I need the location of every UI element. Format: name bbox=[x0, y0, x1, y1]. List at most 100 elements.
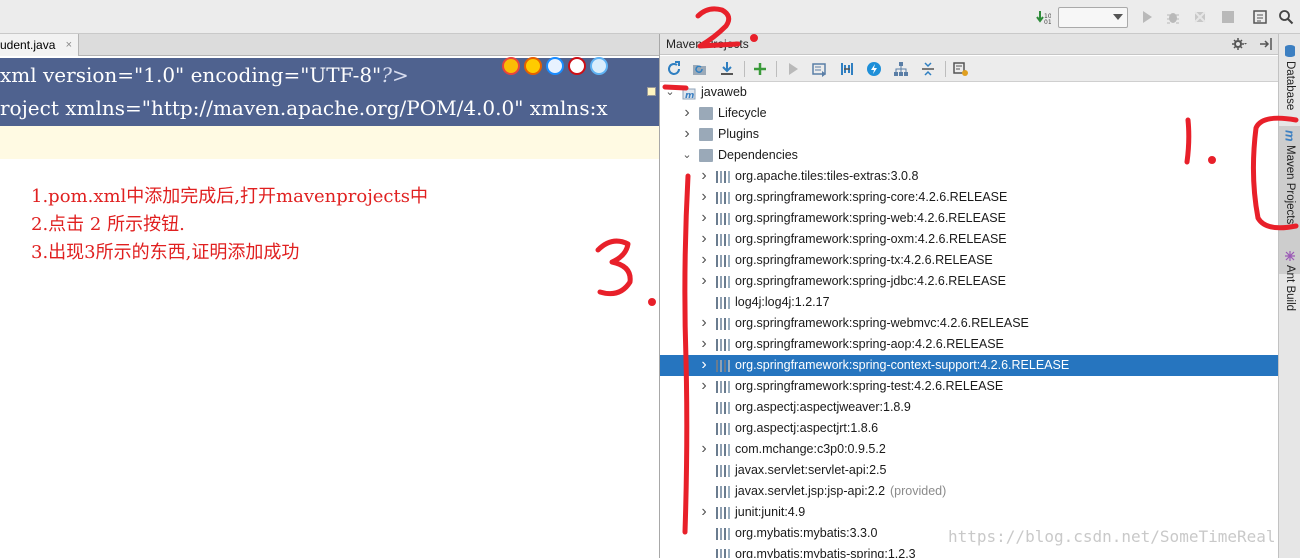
tree-row-label: org.springframework:spring-test:4.2.6.RE… bbox=[735, 379, 1004, 393]
skip-tests-icon[interactable] bbox=[865, 60, 883, 78]
editor-tab-student-java[interactable]: udent.java × bbox=[0, 34, 79, 56]
project-structure-icon[interactable] bbox=[1251, 8, 1269, 26]
chevron-right-icon[interactable]: › bbox=[698, 208, 710, 229]
tree-row[interactable]: javax.servlet.jsp:jsp-api:2.2 (provided) bbox=[660, 481, 1279, 502]
debug-icon[interactable] bbox=[1164, 8, 1182, 26]
ie-icon[interactable] bbox=[590, 57, 608, 75]
execute-goal-icon[interactable] bbox=[811, 60, 829, 78]
library-icon bbox=[716, 422, 730, 435]
current-line-highlight bbox=[0, 126, 659, 159]
chevron-right-icon[interactable]: › bbox=[698, 250, 710, 271]
tree-row[interactable]: javax.servlet:servlet-api:2.5 bbox=[660, 460, 1279, 481]
tree-row-label: Plugins bbox=[718, 127, 759, 141]
dependency-scope: (provided) bbox=[890, 484, 947, 498]
tree-row[interactable]: log4j:log4j:1.2.17 bbox=[660, 292, 1279, 313]
gear-icon[interactable] bbox=[1231, 36, 1247, 55]
toolbar-separator bbox=[744, 61, 745, 77]
maven-panel-header: Maven Projects bbox=[660, 34, 1279, 55]
run-maven-build-icon[interactable] bbox=[784, 60, 802, 78]
collapse-all-icon[interactable] bbox=[919, 60, 937, 78]
folder-icon bbox=[699, 128, 713, 141]
settings-icon[interactable] bbox=[952, 60, 970, 78]
library-icon bbox=[716, 170, 730, 183]
tree-row[interactable]: › org.springframework:spring-core:4.2.6.R… bbox=[660, 187, 1279, 208]
chevron-right-icon[interactable]: › bbox=[698, 313, 710, 334]
close-icon[interactable]: × bbox=[66, 34, 72, 56]
chevron-right-icon[interactable]: › bbox=[698, 271, 710, 292]
tree-row[interactable]: ⌄ Dependencies bbox=[660, 145, 1279, 166]
add-icon[interactable] bbox=[751, 60, 769, 78]
run-icon[interactable] bbox=[1138, 8, 1156, 26]
tree-row-label: org.springframework:spring-jdbc:4.2.6.RE… bbox=[735, 274, 1006, 288]
tree-row[interactable]: › org.springframework:spring-web:4.2.6.RE… bbox=[660, 208, 1279, 229]
tree-row[interactable]: › org.springframework:spring-oxm:4.2.6.RE… bbox=[660, 229, 1279, 250]
watermark: https://blog.csdn.net/SomeTimeReal bbox=[948, 527, 1276, 546]
note-line-2: 2.点击 2 所示按钮. bbox=[31, 214, 185, 235]
chevron-right-icon[interactable]: › bbox=[681, 103, 693, 124]
tool-tab-ant-build[interactable]: Ant Build bbox=[1279, 246, 1300, 322]
tree-row-label: Lifecycle bbox=[718, 106, 767, 120]
tree-row[interactable]: › com.mchange:c3p0:0.9.5.2 bbox=[660, 439, 1279, 460]
opera-icon[interactable] bbox=[568, 57, 586, 75]
safari-icon[interactable] bbox=[546, 57, 564, 75]
library-icon bbox=[716, 527, 730, 540]
tree-row-label: com.mchange:c3p0:0.9.5.2 bbox=[735, 442, 886, 456]
maven-project-tree: ⌄ m javaweb › Lifecycle › Plugins ⌄ Dependencies… bbox=[660, 82, 1279, 558]
library-icon bbox=[716, 485, 730, 498]
chevron-right-icon[interactable]: › bbox=[698, 166, 710, 187]
chevron-down-icon[interactable]: ⌄ bbox=[681, 145, 693, 166]
tree-row[interactable]: ⌄ m javaweb bbox=[660, 82, 1279, 103]
maven-projects-panel: Maven Projects ⌄ m javaweb › Lifecycle ›… bbox=[659, 34, 1279, 558]
firefox-icon[interactable] bbox=[524, 57, 542, 75]
tree-row-label: javax.servlet:servlet-api:2.5 bbox=[735, 463, 887, 477]
tool-tab-database[interactable]: Database bbox=[1279, 40, 1300, 116]
main-toolbar: 10 01 bbox=[0, 0, 1300, 34]
show-dependencies-icon[interactable] bbox=[892, 60, 910, 78]
download-icon[interactable] bbox=[718, 60, 736, 78]
tree-row-label: javax.servlet.jsp:jsp-api:2.2 bbox=[735, 484, 886, 498]
tree-row[interactable]: › org.springframework:spring-webmvc:4.2.6… bbox=[660, 313, 1279, 334]
tree-row[interactable]: org.aspectj:aspectjrt:1.8.6 bbox=[660, 418, 1279, 439]
tree-row[interactable]: › org.springframework:spring-test:4.2.6.R… bbox=[660, 376, 1279, 397]
chevron-down-icon bbox=[1113, 14, 1123, 20]
code-line-2: roject xmlns="http://maven.apache.org/PO… bbox=[0, 92, 659, 125]
tree-row[interactable]: › org.springframework:spring-jdbc:4.2.6.R… bbox=[660, 271, 1279, 292]
tree-row-label: org.apache.tiles:tiles-extras:3.0.8 bbox=[735, 169, 919, 183]
chevron-right-icon[interactable]: › bbox=[698, 187, 710, 208]
library-icon bbox=[716, 233, 730, 246]
search-icon[interactable] bbox=[1277, 8, 1295, 26]
tree-row[interactable]: org.aspectj:aspectjweaver:1.8.9 bbox=[660, 397, 1279, 418]
tree-row-label: org.aspectj:aspectjweaver:1.8.9 bbox=[735, 400, 911, 414]
chevron-right-icon[interactable]: › bbox=[698, 334, 710, 355]
tree-row[interactable]: › org.springframework:spring-context-supp… bbox=[660, 355, 1279, 376]
chevron-right-icon[interactable]: › bbox=[698, 376, 710, 397]
toggle-offline-icon[interactable] bbox=[838, 60, 856, 78]
tree-row-label: org.springframework:spring-tx:4.2.6.RELE… bbox=[735, 253, 993, 267]
vcs-update-icon[interactable]: 10 01 bbox=[1034, 8, 1052, 26]
generate-sources-icon[interactable] bbox=[691, 60, 709, 78]
run-configuration-select[interactable] bbox=[1058, 7, 1128, 28]
stop-icon[interactable] bbox=[1219, 8, 1237, 26]
toolbar-separator bbox=[945, 61, 946, 77]
tree-row[interactable]: › org.springframework:spring-aop:4.2.6.RE… bbox=[660, 334, 1279, 355]
chevron-right-icon[interactable]: › bbox=[681, 124, 693, 145]
library-icon bbox=[716, 317, 730, 330]
tree-row[interactable]: › Lifecycle bbox=[660, 103, 1279, 124]
chevron-right-icon[interactable]: › bbox=[698, 229, 710, 250]
tree-row[interactable]: › Plugins bbox=[660, 124, 1279, 145]
coverage-icon[interactable] bbox=[1191, 8, 1209, 26]
chevron-down-icon[interactable]: ⌄ bbox=[664, 82, 676, 103]
reimport-icon[interactable] bbox=[665, 60, 683, 78]
note-line-3: 3.出现3所示的东西,证明添加成功 bbox=[31, 242, 300, 263]
tree-row[interactable]: › junit:junit:4.9 bbox=[660, 502, 1279, 523]
chevron-right-icon[interactable]: › bbox=[698, 502, 710, 523]
chevron-right-icon[interactable]: › bbox=[698, 355, 710, 376]
hide-panel-icon[interactable] bbox=[1258, 36, 1274, 55]
tree-row[interactable]: › org.springframework:spring-tx:4.2.6.REL… bbox=[660, 250, 1279, 271]
chevron-right-icon[interactable]: › bbox=[698, 439, 710, 460]
chrome-icon[interactable] bbox=[502, 57, 520, 75]
tree-row-label: org.springframework:spring-core:4.2.6.RE… bbox=[735, 190, 1008, 204]
code-selection[interactable]: xml version="1.0" encoding="UTF-8"?> roj… bbox=[0, 57, 659, 126]
tree-row[interactable]: › org.apache.tiles:tiles-extras:3.0.8 bbox=[660, 166, 1279, 187]
tree-row[interactable]: org.mybatis:mybatis-spring:1.2.3 bbox=[660, 544, 1279, 558]
